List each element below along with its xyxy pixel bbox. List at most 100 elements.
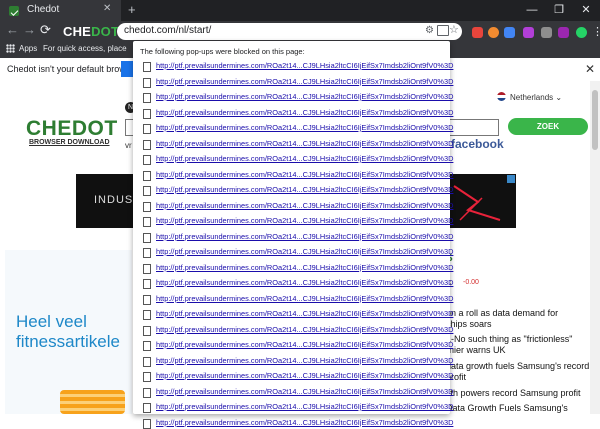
menu-icon[interactable]: ⋮ xyxy=(592,25,600,38)
page-icon xyxy=(143,155,151,165)
purple-ext-icon[interactable] xyxy=(558,27,569,38)
facebook-link[interactable]: facebook xyxy=(451,137,504,151)
blocked-popup-link[interactable]: http://ptf.prevailsundermines.com/ROa2t1… xyxy=(156,154,453,163)
blocked-popup-link[interactable]: http://ptf.prevailsundermines.com/ROa2t1… xyxy=(156,294,453,303)
popup-blocked-title: The following pop-ups were blocked on th… xyxy=(140,47,305,56)
blocked-popup-link[interactable]: http://ptf.prevailsundermines.com/ROa2t1… xyxy=(156,340,453,349)
page-icon xyxy=(143,93,151,103)
language-select[interactable]: Netherlands ⌄ xyxy=(510,93,562,102)
blocked-popup-link[interactable]: http://ptf.prevailsundermines.com/ROa2t1… xyxy=(156,278,453,287)
news-line: vth powers record Samsung profit xyxy=(446,388,581,398)
promo-product-image xyxy=(60,390,125,414)
news-item[interactable]: vth powers record Samsung profit xyxy=(446,388,581,399)
page-icon xyxy=(143,403,151,413)
blocked-popup-link[interactable]: http://ptf.prevailsundermines.com/ROa2t1… xyxy=(156,418,453,427)
news-line: rnier warns UK xyxy=(446,345,506,355)
page-icon xyxy=(143,356,151,367)
logo-dot: DOT xyxy=(91,24,120,39)
browser-logo[interactable]: CHEDOT xyxy=(63,24,119,39)
infobar-close-icon[interactable]: ✕ xyxy=(585,62,595,76)
url-text[interactable]: chedot.com/nl/start/ xyxy=(124,25,211,36)
apps-grid-icon[interactable] xyxy=(6,44,15,53)
news-item[interactable]: on a roll as data demand for chips soars xyxy=(446,308,558,330)
forward-arrow-icon[interactable]: → xyxy=(23,22,36,37)
news-line: Data Growth Fuels Samsung's xyxy=(446,403,568,413)
blocked-popup-link[interactable]: http://ptf.prevailsundermines.com/ROa2t1… xyxy=(156,139,453,148)
news-item[interactable]: 1-No such thing as "frictionless" rnier … xyxy=(446,334,572,356)
popup-blocked-icon[interactable] xyxy=(437,25,449,36)
close-window-button[interactable]: ✕ xyxy=(572,0,600,21)
blocked-popup-link[interactable]: http://ptf.prevailsundermines.com/ROa2t1… xyxy=(156,356,453,365)
new-tab-icon[interactable]: + xyxy=(128,2,136,17)
news-line: data growth fuels Samsung's record xyxy=(446,361,590,371)
blocked-popup-link[interactable]: http://ptf.prevailsundermines.com/ROa2t1… xyxy=(156,185,453,194)
promo-heading-line2: fitnessartikele xyxy=(16,332,120,351)
blocked-popup-link[interactable]: http://ptf.prevailsundermines.com/ROa2t1… xyxy=(156,387,453,396)
news-item[interactable]: data growth fuels Samsung's record profi… xyxy=(446,361,589,383)
blocked-popup-link[interactable]: http://ptf.prevailsundermines.com/ROa2t1… xyxy=(156,201,453,210)
blocked-popup-link[interactable]: http://ptf.prevailsundermines.com/ROa2t1… xyxy=(156,325,453,334)
blocked-popup-link[interactable]: http://ptf.prevailsundermines.com/ROa2t1… xyxy=(156,232,453,241)
page-icon xyxy=(143,139,151,150)
stock-change: -0.00 xyxy=(463,279,479,286)
page-icon xyxy=(143,108,151,119)
chevron-down-icon: ⌄ xyxy=(555,93,563,102)
blocked-popup-link[interactable]: http://ptf.prevailsundermines.com/ROa2t1… xyxy=(156,247,453,256)
back-arrow-icon[interactable]: ← xyxy=(6,22,19,37)
chedot-favicon-icon xyxy=(9,6,19,16)
chedot-logo[interactable]: CHEDOT xyxy=(26,117,118,141)
maximize-button[interactable]: ❐ xyxy=(545,0,573,21)
ad-choices-icon[interactable] xyxy=(507,175,515,183)
blue-ext-icon[interactable] xyxy=(504,27,515,38)
scrollbar-thumb[interactable] xyxy=(592,90,598,150)
blocked-popup-link[interactable]: http://ptf.prevailsundermines.com/ROa2t1… xyxy=(156,92,453,101)
zoek-button[interactable]: ZOEK xyxy=(508,118,588,135)
promo-heading: Heel veel fitnessartikele xyxy=(16,312,120,352)
logo-che: CHE xyxy=(63,24,92,39)
blocked-popup-link[interactable]: http://ptf.prevailsundermines.com/ROa2t1… xyxy=(156,170,453,179)
page-icon xyxy=(143,201,151,212)
blocked-popup-link[interactable]: http://ptf.prevailsundermines.com/ROa2t1… xyxy=(156,108,453,117)
page-icon xyxy=(143,217,151,227)
blocked-popup-link[interactable]: http://ptf.prevailsundermines.com/ROa2t1… xyxy=(156,309,453,318)
page-icon xyxy=(143,279,151,289)
page-icon xyxy=(143,418,151,429)
reload-icon[interactable]: ⟳ xyxy=(40,22,51,38)
youtube-ext-icon[interactable] xyxy=(472,27,483,38)
orange-ext-icon[interactable] xyxy=(488,27,499,38)
blocked-popup-link[interactable]: http://ptf.prevailsundermines.com/ROa2t1… xyxy=(156,402,453,411)
page-icon xyxy=(143,372,151,382)
page-icon xyxy=(143,387,151,398)
news-line: on a roll as data demand for xyxy=(446,308,559,318)
page-icon xyxy=(143,341,151,351)
page-icon xyxy=(143,248,151,258)
blocked-popup-link[interactable]: http://ptf.prevailsundermines.com/ROa2t1… xyxy=(156,263,453,272)
page-icon xyxy=(143,62,151,72)
minimize-button[interactable]: — xyxy=(518,0,546,21)
page-icon xyxy=(143,77,151,88)
ad-graphic xyxy=(453,185,501,221)
news-line: chips soars xyxy=(446,319,492,329)
translate-icon[interactable]: ⚙ xyxy=(425,25,434,36)
blocked-popup-link[interactable]: http://ptf.prevailsundermines.com/ROa2t1… xyxy=(156,123,453,132)
set-default-button[interactable] xyxy=(121,61,133,77)
news-line: profit xyxy=(446,372,467,382)
news-item[interactable]: Data Growth Fuels Samsung's xyxy=(446,403,568,414)
bookmark-star-icon[interactable]: ☆ xyxy=(449,23,459,36)
page-icon xyxy=(143,186,151,196)
blocked-popup-link[interactable]: http://ptf.prevailsundermines.com/ROa2t1… xyxy=(156,77,453,86)
page-icon xyxy=(143,263,151,274)
blocked-popup-link[interactable]: http://ptf.prevailsundermines.com/ROa2t1… xyxy=(156,371,453,380)
apps-label[interactable]: Apps xyxy=(19,44,37,53)
download-ext-icon[interactable] xyxy=(523,27,534,38)
extension-area: ⋮ xyxy=(468,22,600,42)
blocked-popup-link[interactable]: http://ptf.prevailsundermines.com/ROa2t1… xyxy=(156,216,453,225)
whatsapp-icon[interactable] xyxy=(576,27,587,38)
page-icon xyxy=(143,170,151,181)
tab-close-icon[interactable]: ✕ xyxy=(103,3,111,14)
browser-download-link[interactable]: BROWSER DOWNLOAD xyxy=(29,139,110,146)
gray-ext-icon[interactable] xyxy=(541,27,552,38)
blocked-popup-link[interactable]: http://ptf.prevailsundermines.com/ROa2t1… xyxy=(156,61,453,70)
bookmarks-hint: For quick access, place xyxy=(43,44,127,53)
page-icon xyxy=(143,310,151,320)
